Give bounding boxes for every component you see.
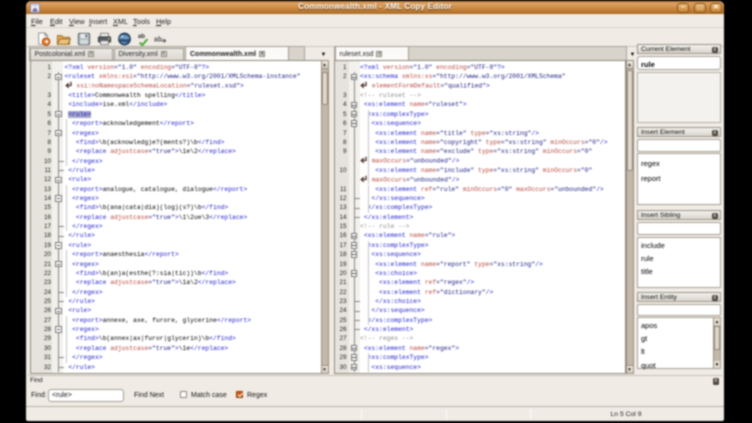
svg-text:ab: ab	[154, 37, 162, 44]
svg-text:ab: ab	[138, 33, 145, 40]
